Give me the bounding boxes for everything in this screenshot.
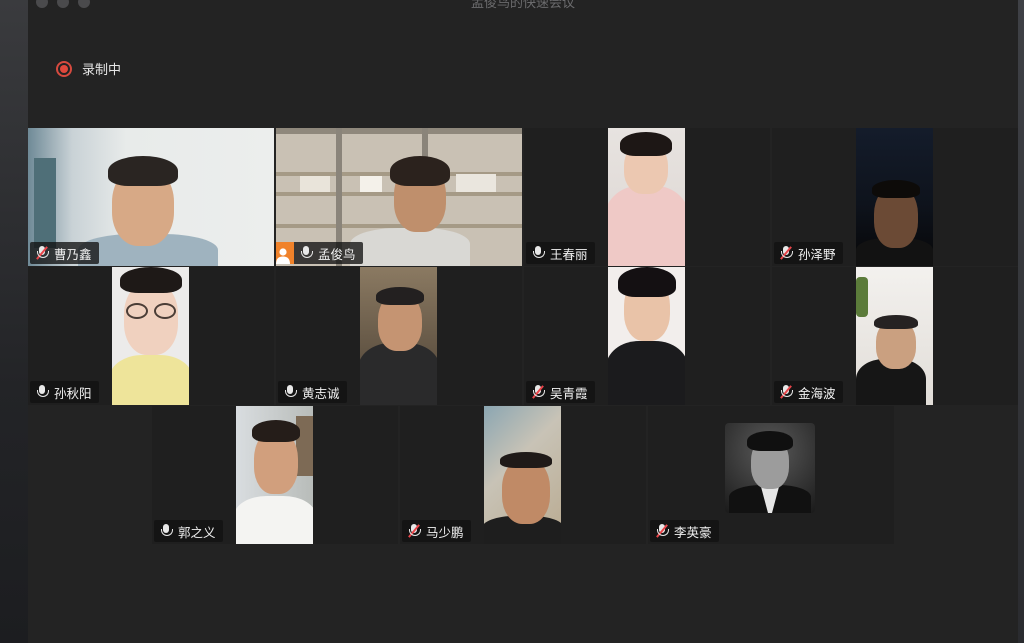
participant-tile[interactable]: 黄志诚: [276, 267, 522, 405]
participant-video: [856, 267, 933, 405]
close-window-button[interactable]: [36, 0, 48, 8]
participant-name-tag: 王春丽: [526, 242, 595, 264]
mic-muted-icon: [656, 524, 669, 538]
participant-tile[interactable]: 孙秋阳: [28, 267, 274, 405]
window-controls: [36, 0, 90, 8]
participant-name-tag: 孟俊鸟: [276, 242, 363, 264]
participant-name-tag: 孙秋阳: [30, 381, 99, 403]
minimize-window-button[interactable]: [57, 0, 69, 8]
title-bar: 孟俊鸟的快速会议: [28, 0, 1018, 12]
participant-name: 马少鹏: [426, 524, 464, 540]
participant-tile[interactable]: 郭之义: [152, 406, 398, 544]
participant-video: [484, 406, 561, 544]
mic-muted-icon: [408, 524, 421, 538]
participant-tile[interactable]: 金海波: [772, 267, 1018, 405]
participant-video: [856, 128, 933, 266]
participant-video: [608, 128, 685, 266]
window-title: 孟俊鸟的快速会议: [470, 0, 575, 11]
mic-icon: [532, 246, 545, 260]
mic-icon: [160, 524, 173, 538]
mic-icon: [300, 246, 313, 260]
participant-name-tag: 曹乃鑫: [30, 242, 99, 264]
participant-name-tag: 金海波: [774, 381, 843, 403]
participant-name: 黄志诚: [302, 385, 340, 401]
desktop-background-right: [1018, 0, 1024, 643]
participant-video: [236, 406, 313, 544]
participant-tile-active-speaker[interactable]: 孟俊鸟: [276, 128, 522, 266]
participant-tile[interactable]: 曹乃鑫: [28, 128, 274, 266]
recording-label: 录制中: [82, 63, 122, 78]
participant-name: 李英豪: [674, 524, 712, 540]
participant-tile[interactable]: 王春丽: [524, 128, 770, 266]
host-icon: [276, 242, 294, 264]
desktop-background-left: [0, 0, 28, 643]
participant-name-tag: 吴青霞: [526, 381, 595, 403]
participant-avatar: [725, 423, 815, 513]
participant-video: [608, 267, 685, 405]
mic-muted-icon: [780, 385, 793, 399]
participant-name: 金海波: [798, 385, 836, 401]
participant-name: 郭之义: [178, 524, 216, 540]
zoom-window-button[interactable]: [78, 0, 90, 8]
participant-tile[interactable]: 孙泽野: [772, 128, 1018, 266]
participant-name: 吴青霞: [550, 385, 588, 401]
participant-tile[interactable]: 吴青霞: [524, 267, 770, 405]
participant-name-tag: 黄志诚: [278, 381, 347, 403]
participant-name-tag: 马少鹏: [402, 520, 471, 542]
recording-indicator: 录制中: [56, 59, 121, 78]
participant-name-tag: 孙泽野: [774, 242, 843, 264]
mic-icon: [36, 385, 49, 399]
meeting-window: 孟俊鸟的快速会议 录制中 曹乃鑫 孟俊鸟 王春丽 孙泽野 孙秋阳 黄志诚 吴青霞…: [28, 0, 1018, 643]
mic-muted-icon: [780, 246, 793, 260]
participant-name-tag: 李英豪: [650, 520, 719, 542]
participant-tile[interactable]: 马少鹏: [400, 406, 646, 544]
mic-muted-icon: [532, 385, 545, 399]
participant-name-tag: 郭之义: [154, 520, 223, 542]
participant-name: 王春丽: [550, 246, 588, 262]
participant-video: [360, 267, 437, 405]
participant-tile[interactable]: 李英豪: [648, 406, 894, 544]
recording-icon: [56, 60, 72, 77]
participant-video: [112, 267, 189, 405]
participant-name: 曹乃鑫: [54, 246, 92, 262]
participant-name: 孙秋阳: [54, 385, 92, 401]
mic-icon: [284, 385, 297, 399]
mic-muted-icon: [36, 246, 49, 260]
participant-name: 孟俊鸟: [318, 246, 356, 262]
participant-name: 孙泽野: [798, 246, 836, 262]
